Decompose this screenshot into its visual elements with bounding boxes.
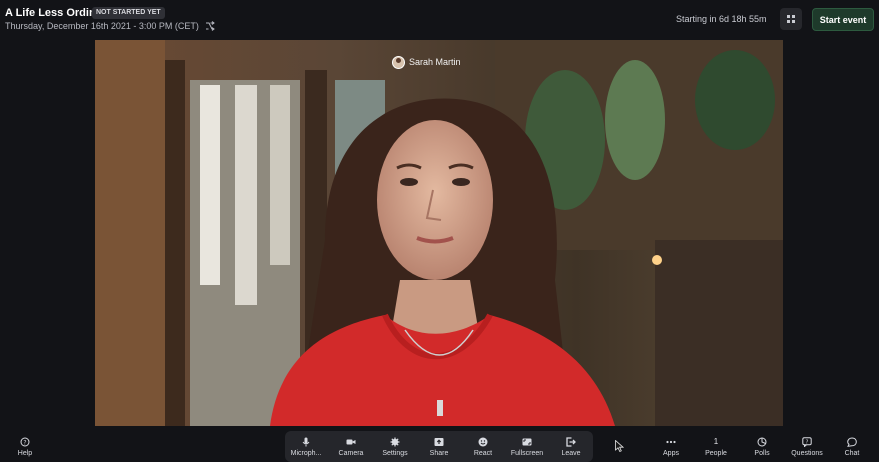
polls-label: Polls [754,449,770,457]
chat-label: Chat [844,449,860,457]
avatar [392,55,405,69]
questions-label: Questions [791,449,823,457]
speaker-video-frame [95,40,783,426]
shuffle-icon[interactable] [205,21,215,31]
people-button[interactable]: 1 People [696,431,736,462]
mouse-cursor-icon [615,440,624,452]
svg-text:?: ? [806,439,809,445]
apps-label: Apps [663,449,679,457]
camera-label: Camera [338,449,364,457]
questions-button[interactable]: ? Questions [787,431,827,462]
react-label: React [473,449,493,457]
question-icon: ? [802,436,812,447]
smiley-icon [478,437,488,446]
fullscreen-label: Fullscreen [510,449,544,457]
leave-icon [566,436,576,447]
chat-button[interactable]: Chat [832,431,872,462]
leave-button[interactable]: Leave [550,431,592,462]
event-date: Thursday, December 16th 2021 - 3:00 PM (… [5,21,199,31]
countdown-text: Starting in 6d 18h 55m [676,14,767,24]
polls-icon [757,437,767,446]
people-label: People [705,449,727,457]
grid-icon [787,15,795,23]
help-button[interactable]: ? Help [5,431,45,462]
settings-button[interactable]: Settings [374,431,416,462]
more-icon [666,440,676,443]
microphone-icon [302,437,310,446]
gear-icon [390,437,400,446]
svg-text:?: ? [23,439,26,446]
fullscreen-icon [522,438,532,445]
people-count: 1 [713,436,719,446]
help-icon: ? [20,437,30,446]
speaker-name: Sarah Martin [409,57,461,67]
status-badge: NOT STARTED YET [92,7,165,19]
polls-button[interactable]: Polls [742,431,782,462]
chat-icon [847,436,857,447]
share-button[interactable]: Share [418,431,460,462]
settings-label: Settings [382,449,408,457]
video-stage[interactable] [95,40,783,426]
camera-button[interactable]: Camera [330,431,372,462]
apps-button[interactable]: Apps [651,431,691,462]
microphone-button[interactable]: Microph... [285,431,327,462]
share-label: Share [429,449,449,457]
camera-icon [346,439,356,444]
layout-button[interactable] [780,8,802,30]
microphone-label: Microph... [290,449,322,457]
share-icon [434,437,444,446]
start-event-button[interactable]: Start event [812,8,874,31]
fullscreen-button[interactable]: Fullscreen [506,431,548,462]
speaker-name-tag: Sarah Martin [392,54,461,70]
leave-label: Leave [561,449,581,457]
help-label: Help [17,449,33,457]
react-button[interactable]: React [462,431,504,462]
